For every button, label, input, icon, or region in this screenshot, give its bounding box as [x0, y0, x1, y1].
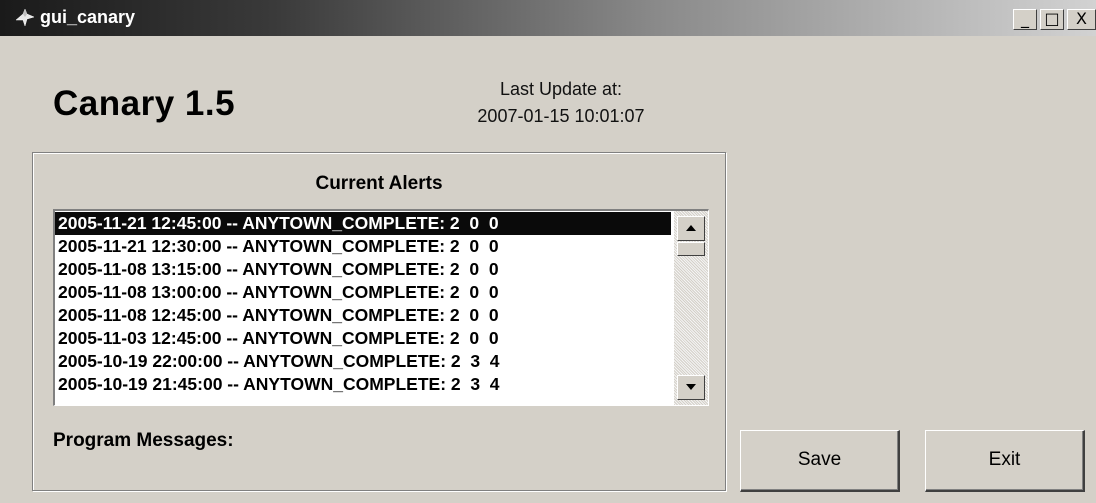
save-button[interactable]: Save [740, 430, 900, 492]
alerts-scrollbar[interactable] [674, 211, 708, 405]
scroll-down-button[interactable] [677, 375, 705, 400]
maximize-icon: □ [1044, 9, 1060, 28]
window-title: gui_canary [40, 7, 136, 27]
close-button[interactable]: X [1067, 9, 1096, 30]
exit-button[interactable]: Exit [925, 430, 1085, 492]
title-bar[interactable]: gui_canary _ □ X [0, 0, 1096, 36]
minimize-button[interactable]: _ [1013, 9, 1037, 30]
alerts-panel: Current Alerts 2005-11-21 12:45:00 -- AN… [32, 152, 726, 491]
app-title: Canary 1.5 [53, 84, 236, 123]
close-icon: X [1076, 9, 1087, 28]
alert-list-item[interactable]: 2005-11-08 12:45:00 -- ANYTOWN_COMPLETE:… [55, 304, 671, 327]
canary-bird-icon [15, 8, 35, 27]
arrow-up-icon [686, 225, 696, 231]
app-window: gui_canary _ □ X Canary 1.5 Last Update … [0, 0, 1096, 503]
scrollbar-thumb[interactable] [677, 242, 705, 256]
alert-list-item[interactable]: 2005-10-19 22:00:00 -- ANYTOWN_COMPLETE:… [55, 350, 671, 373]
program-messages-label: Program Messages: [53, 430, 234, 451]
alerts-listbox[interactable]: 2005-11-21 12:45:00 -- ANYTOWN_COMPLETE:… [53, 209, 709, 406]
scroll-up-button[interactable] [677, 216, 705, 241]
alert-list-item[interactable]: 2005-11-21 12:45:00 -- ANYTOWN_COMPLETE:… [55, 212, 671, 235]
alerts-list: 2005-11-21 12:45:00 -- ANYTOWN_COMPLETE:… [55, 212, 671, 396]
alert-list-item[interactable]: 2005-11-21 12:30:00 -- ANYTOWN_COMPLETE:… [55, 235, 671, 258]
alert-list-item[interactable]: 2005-10-19 21:45:00 -- ANYTOWN_COMPLETE:… [55, 373, 671, 396]
alert-list-item[interactable]: 2005-11-08 13:00:00 -- ANYTOWN_COMPLETE:… [55, 281, 671, 304]
minimize-icon: _ [1021, 9, 1029, 28]
last-update-label: Last Update at: [499, 79, 623, 99]
maximize-button[interactable]: □ [1040, 9, 1064, 30]
arrow-down-icon [686, 384, 696, 390]
last-update-timestamp: 2007-01-15 10:01:07 [477, 106, 645, 126]
alerts-heading: Current Alerts [315, 173, 443, 194]
alert-list-item[interactable]: 2005-11-03 12:45:00 -- ANYTOWN_COMPLETE:… [55, 327, 671, 350]
alert-list-item[interactable]: 2005-11-08 13:15:00 -- ANYTOWN_COMPLETE:… [55, 258, 671, 281]
